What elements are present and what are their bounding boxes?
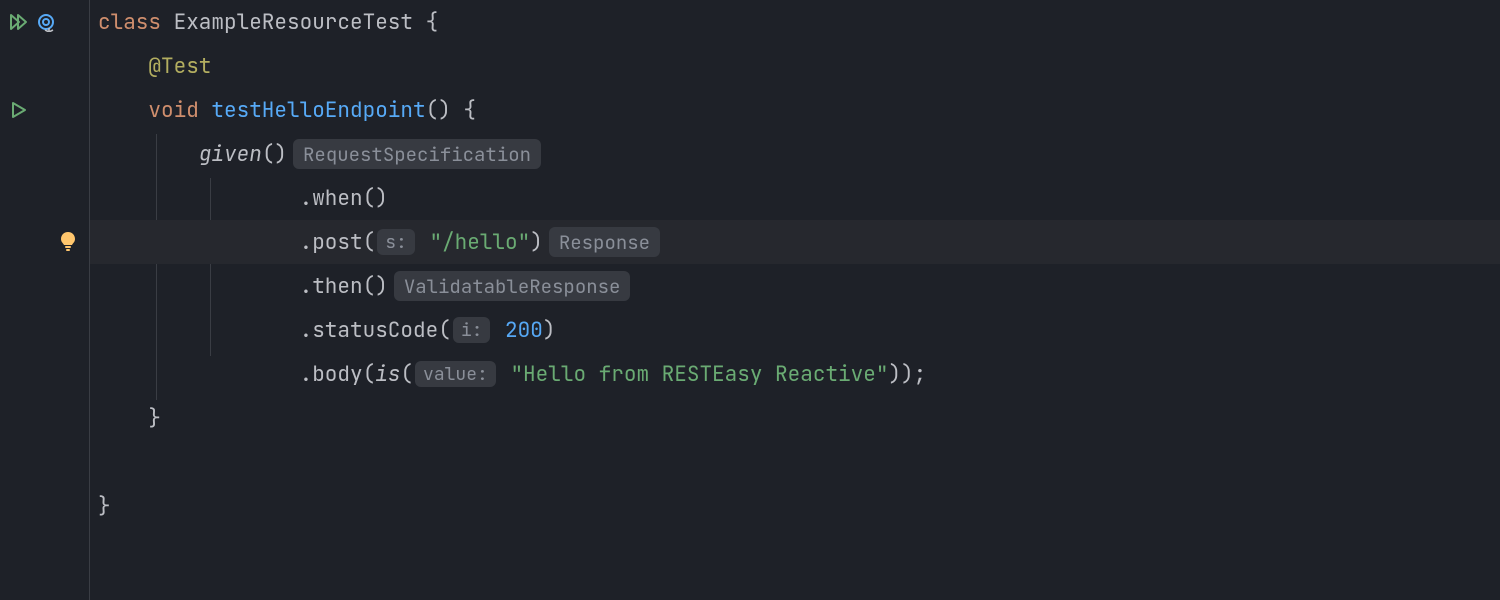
call-then: .then(): [300, 273, 388, 300]
code-line[interactable]: .when(): [90, 176, 1500, 220]
run-class-icon[interactable]: [10, 13, 30, 31]
paren-close: ): [530, 229, 543, 256]
paren-close: ));: [888, 361, 926, 388]
inlay-hint-type[interactable]: Response: [549, 227, 660, 257]
brace-open: {: [426, 9, 439, 36]
code-line-current[interactable]: .post(s: "/hello")Response: [90, 220, 1500, 264]
run-method-icon[interactable]: [10, 101, 28, 119]
inlay-hint-param[interactable]: i:: [453, 317, 491, 343]
call-given: given: [199, 141, 262, 168]
string-literal: "Hello from RESTEasy Reactive": [510, 361, 888, 388]
method-sig: () {: [426, 97, 476, 124]
call-is: is: [375, 361, 400, 388]
code-line[interactable]: given()RequestSpecification: [90, 132, 1500, 176]
gutter-row: [0, 220, 89, 264]
gutter: [0, 0, 90, 600]
gutter-row: [0, 88, 89, 132]
call-post: .post(: [300, 229, 376, 256]
gutter-row: [0, 0, 89, 44]
code-line[interactable]: .then()ValidatableResponse: [90, 264, 1500, 308]
target-icon[interactable]: [36, 12, 56, 32]
code-editor[interactable]: class ExampleResourceTest { @Test void t…: [0, 0, 1500, 600]
code-line[interactable]: }: [90, 484, 1500, 528]
brace-close: }: [148, 405, 161, 432]
inlay-hint-param[interactable]: s:: [377, 229, 415, 255]
code-line[interactable]: class ExampleResourceTest {: [90, 0, 1500, 44]
code-line[interactable]: @Test: [90, 44, 1500, 88]
call-statuscode: .statusCode(: [300, 317, 451, 344]
inlay-hint-type[interactable]: ValidatableResponse: [394, 271, 631, 301]
code-line[interactable]: .body(is(value: "Hello from RESTEasy Rea…: [90, 352, 1500, 396]
code-line[interactable]: }: [90, 396, 1500, 440]
parens: (): [262, 141, 287, 168]
intention-bulb-icon[interactable]: [59, 231, 77, 253]
keyword-class: class: [98, 9, 161, 36]
method-name: testHelloEndpoint: [199, 97, 426, 124]
code-line[interactable]: .statusCode(i: 200): [90, 308, 1500, 352]
inlay-hint-type[interactable]: RequestSpecification: [293, 139, 541, 169]
code-area[interactable]: class ExampleResourceTest { @Test void t…: [90, 0, 1500, 600]
brace-close: }: [98, 493, 111, 520]
call-body: .body(: [300, 361, 376, 388]
paren-close: ): [543, 317, 556, 344]
keyword-void: void: [148, 97, 198, 124]
inlay-hint-param[interactable]: value:: [415, 361, 496, 387]
code-line[interactable]: void testHelloEndpoint() {: [90, 88, 1500, 132]
string-literal: "/hello": [429, 229, 530, 256]
paren-open: (: [400, 361, 413, 388]
call-when: .when(): [300, 185, 388, 212]
code-line[interactable]: [90, 440, 1500, 484]
class-name: ExampleResourceTest: [161, 9, 426, 36]
number-literal: 200: [492, 317, 542, 344]
annotation-test: @Test: [148, 53, 211, 80]
